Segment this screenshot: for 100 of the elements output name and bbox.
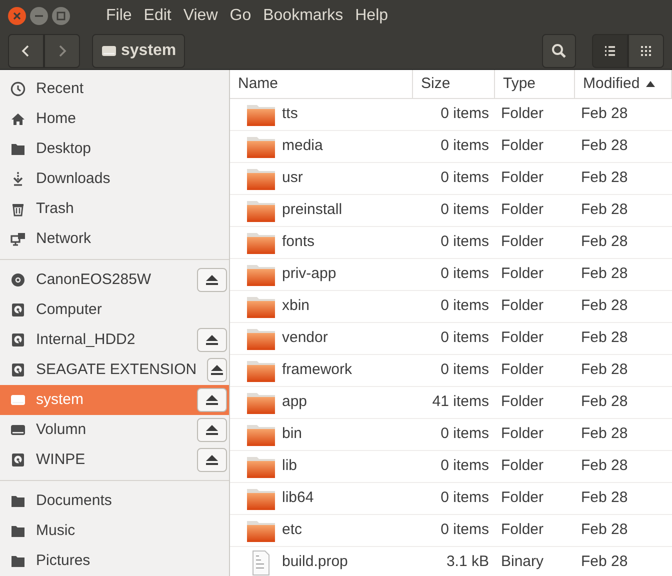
sidebar-item[interactable]: Desktop: [0, 134, 229, 164]
sidebar-item[interactable]: Music: [0, 516, 229, 546]
sidebar-item[interactable]: Recent: [0, 74, 229, 104]
modified-date: Feb 28: [580, 520, 629, 540]
drive-icon: [10, 392, 26, 408]
file-type: Folder: [500, 520, 545, 540]
file-name[interactable]: lib: [230, 454, 413, 478]
sidebar-item[interactable]: Computer: [0, 295, 229, 325]
trash-icon: [10, 201, 26, 217]
file-type: Folder: [500, 232, 545, 252]
sidebar-item[interactable]: Downloads: [0, 164, 229, 194]
eject-button[interactable]: [197, 418, 227, 442]
file-name[interactable]: fonts: [230, 230, 413, 254]
modified-date: Feb 28: [580, 424, 629, 444]
sidebar-item[interactable]: WINPE: [0, 445, 229, 475]
file-name[interactable]: xbin: [230, 294, 413, 318]
file-name[interactable]: bin: [230, 422, 413, 446]
file-name[interactable]: tts: [230, 102, 413, 126]
eject-icon: [205, 334, 219, 346]
sidebar-item[interactable]: CanonEOS285W: [0, 265, 229, 295]
file-type: Folder: [500, 424, 545, 444]
eject-button[interactable]: [197, 388, 227, 412]
file-name[interactable]: usr: [230, 166, 413, 190]
modified-date: Feb 28: [580, 360, 629, 380]
sidebar-item[interactable]: Internal_HDD2: [0, 325, 229, 355]
eject-icon: [205, 424, 219, 436]
folder-icon: [246, 102, 276, 126]
file-name[interactable]: etc: [230, 518, 413, 542]
folder-icon: [246, 166, 276, 190]
grid-view-button[interactable]: [628, 34, 664, 68]
sidebar-item[interactable]: Home: [0, 104, 229, 134]
modified-date: Feb 28: [580, 456, 629, 476]
minimize-button[interactable]: [30, 7, 48, 25]
file-size: 0 items: [440, 264, 490, 284]
file-name[interactable]: lib64: [230, 486, 413, 510]
folder-icon: [246, 486, 276, 510]
back-button[interactable]: [8, 34, 44, 68]
file-name[interactable]: build.prop: [230, 550, 413, 576]
sidebar-item[interactable]: SEAGATE EXTENSION: [0, 355, 229, 385]
file-name[interactable]: app: [230, 390, 413, 414]
path-button[interactable]: system: [92, 34, 186, 68]
folder-icon: [246, 454, 276, 478]
folder-icon: [246, 230, 276, 254]
menu-item[interactable]: Go: [226, 0, 256, 32]
column-header[interactable]: Modified: [575, 70, 672, 98]
file-size: 0 items: [440, 136, 490, 156]
menu-item[interactable]: View: [179, 0, 222, 32]
modified-date: Feb 28: [580, 328, 629, 348]
file-name[interactable]: priv-app: [230, 262, 413, 286]
modified-date: Feb 28: [580, 552, 629, 572]
eject-icon: [205, 274, 219, 286]
column-header[interactable]: Size: [413, 70, 495, 98]
file-type: Folder: [500, 328, 545, 348]
folder-icon: [10, 553, 26, 569]
file-type: Folder: [500, 488, 545, 508]
menu-item[interactable]: File: [102, 0, 136, 32]
forward-button[interactable]: [44, 34, 80, 68]
file-size: 0 items: [440, 232, 490, 252]
file-size: 3.1 kB: [445, 552, 490, 572]
menu-item[interactable]: Edit: [140, 0, 176, 32]
eject-button[interactable]: [197, 328, 227, 352]
file-type: Folder: [500, 104, 545, 124]
menu-item[interactable]: Bookmarks: [259, 0, 348, 32]
sidebar-item[interactable]: Documents: [0, 486, 229, 516]
eject-icon: [205, 454, 219, 466]
menu-item[interactable]: Help: [351, 0, 392, 32]
sidebar-item[interactable]: Pictures: [0, 546, 229, 576]
file-name[interactable]: vendor: [230, 326, 413, 350]
eject-button[interactable]: [206, 358, 227, 382]
folder-icon: [10, 523, 26, 539]
file-name[interactable]: preinstall: [230, 198, 413, 222]
file-name[interactable]: media: [230, 134, 413, 158]
folder-icon: [10, 493, 26, 509]
eject-button[interactable]: [197, 268, 227, 292]
drive-icon: [10, 422, 26, 438]
maximize-button[interactable]: [52, 7, 70, 25]
file-type: Folder: [500, 456, 545, 476]
eject-button[interactable]: [197, 448, 227, 472]
sidebar-item[interactable]: Volumn: [0, 415, 229, 445]
sidebar-item[interactable]: Trash: [0, 194, 229, 224]
file-size: 41 items: [431, 392, 490, 412]
column-header[interactable]: Type: [495, 70, 575, 98]
file-size: 0 items: [440, 520, 490, 540]
clock-icon: [10, 81, 26, 97]
sidebar-item[interactable]: Network: [0, 224, 229, 254]
search-button[interactable]: [542, 34, 576, 68]
eject-icon: [205, 394, 219, 406]
folder-icon: [246, 326, 276, 350]
file-size: 0 items: [440, 200, 490, 220]
file-size: 0 items: [440, 296, 490, 316]
modified-date: Feb 28: [580, 136, 629, 156]
folder-icon: [246, 358, 276, 382]
file-size: 0 items: [440, 328, 490, 348]
close-button[interactable]: [8, 7, 26, 25]
file-size: 0 items: [440, 360, 490, 380]
file-size: 0 items: [440, 104, 490, 124]
folder-icon: [10, 141, 26, 157]
file-name[interactable]: framework: [230, 358, 413, 382]
column-header[interactable]: Name: [230, 70, 413, 98]
list-view-button[interactable]: [592, 34, 628, 68]
